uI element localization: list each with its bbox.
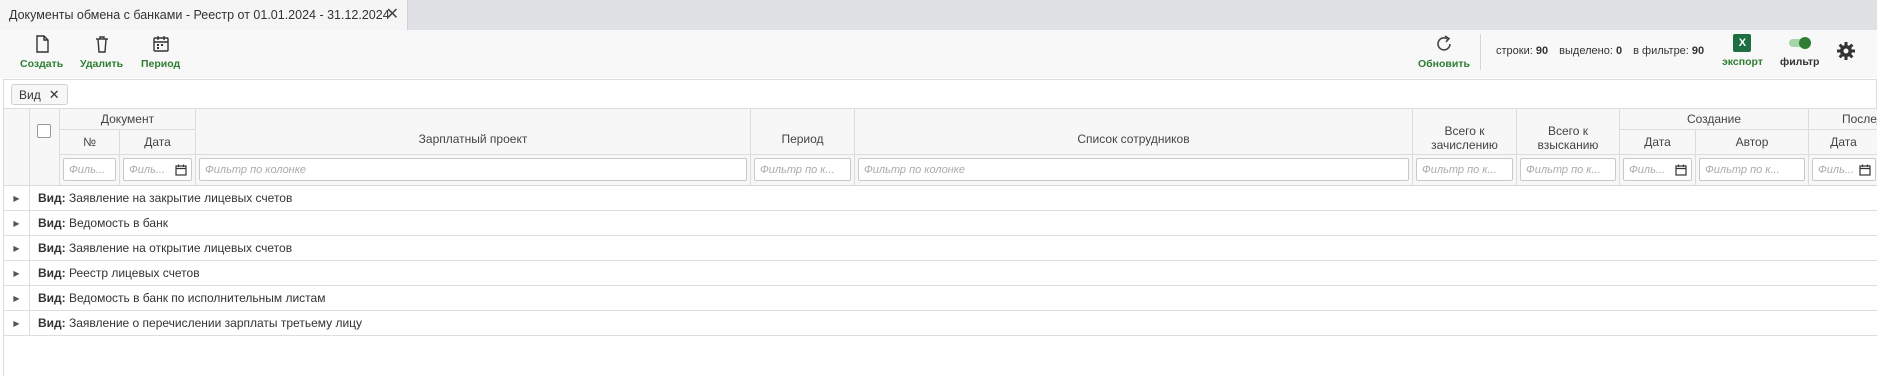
- row-stats: строки: 90 выделено: 0 в фильтре: 90: [1496, 45, 1704, 57]
- filter-total-accrued-cell: Фильтр по к...: [1413, 155, 1517, 186]
- header-date[interactable]: Дата: [120, 130, 196, 155]
- filter-creation-author-input[interactable]: Фильтр по к...: [1699, 158, 1805, 181]
- filter-total-recovery-cell: Фильтр по к...: [1517, 155, 1620, 186]
- filter-creation-date-cell: Филь...: [1620, 155, 1696, 186]
- header-salary-project[interactable]: Зарплатный проект: [196, 109, 751, 155]
- group-row[interactable]: ▶ Вид: Ведомость в банк: [4, 211, 1877, 236]
- group-row[interactable]: ▶ Вид: Ведомость в банк по исполнительны…: [4, 286, 1877, 311]
- in-filter-label: в фильтре:: [1633, 45, 1689, 57]
- group-row-text: Вид: Заявление на закрытие лицевых счето…: [38, 191, 293, 205]
- new-document-icon: [35, 35, 49, 53]
- refresh-button[interactable]: Обновить: [1418, 34, 1470, 70]
- select-all-checkbox[interactable]: [37, 124, 51, 138]
- calendar-icon[interactable]: [1675, 164, 1687, 176]
- delete-label: Удалить: [80, 58, 124, 70]
- expand-icon[interactable]: ▶: [4, 211, 30, 235]
- selected-label: выделено:: [1559, 45, 1613, 57]
- filter-salary-project-cell: Фильтр по колонке: [196, 155, 751, 186]
- in-filter-count: 90: [1691, 45, 1705, 57]
- header-creation-date[interactable]: Дата: [1620, 130, 1696, 155]
- calendar-icon[interactable]: [175, 164, 187, 176]
- filter-number-cell: Филь...: [60, 155, 120, 186]
- expand-icon[interactable]: ▶: [4, 261, 30, 285]
- filter-date-cell: Филь...: [120, 155, 196, 186]
- group-row[interactable]: ▶ Вид: Заявление о перечислении зарплаты…: [4, 311, 1877, 336]
- filter-period-input[interactable]: Фильтр по к...: [754, 158, 851, 181]
- export-label: экспорт: [1722, 56, 1763, 68]
- group-chip-label: Вид: [19, 87, 41, 102]
- filter-toggle[interactable]: фильтр: [1780, 34, 1819, 68]
- filter-period-cell: Фильтр по к...: [751, 155, 855, 186]
- remove-group-icon[interactable]: ✕: [49, 87, 60, 103]
- toggle-icon: [1788, 37, 1811, 49]
- calendar-icon[interactable]: [1859, 164, 1871, 176]
- refresh-label: Обновить: [1418, 58, 1470, 70]
- group-row-text: Вид: Заявление на открытие лицевых счето…: [38, 241, 293, 255]
- export-button[interactable]: X экспорт: [1722, 34, 1763, 68]
- group-row-text: Вид: Реестр лицевых счетов: [38, 266, 200, 280]
- tab-close-icon[interactable]: ✕: [386, 6, 399, 24]
- rows-label: строки:: [1496, 45, 1533, 57]
- header-employees[interactable]: Список сотрудников: [855, 109, 1413, 155]
- delete-button[interactable]: Удалить: [80, 34, 123, 70]
- expand-icon[interactable]: ▶: [4, 311, 30, 335]
- calendar-icon: [152, 36, 169, 52]
- group-row-text: Вид: Ведомость в банк: [38, 216, 168, 230]
- filter-employees-cell: Фильтр по колонке: [855, 155, 1413, 186]
- filter-last-date-input[interactable]: Филь...: [1812, 158, 1876, 181]
- tab-bar: Документы обмена с банками - Реестр от 0…: [0, 0, 1877, 30]
- expand-icon[interactable]: ▶: [4, 236, 30, 260]
- tab-title: Документы обмена с банками - Реестр от 0…: [9, 8, 390, 22]
- group-row[interactable]: ▶ Вид: Заявление на открытие лицевых сче…: [4, 236, 1877, 261]
- grouping-bar: Вид ✕: [3, 79, 1877, 109]
- create-label: Создать: [20, 58, 64, 70]
- filter-label: фильтр: [1780, 56, 1820, 68]
- header-number[interactable]: №: [60, 130, 120, 155]
- header-last-date[interactable]: Дата: [1809, 130, 1877, 155]
- expand-icon[interactable]: ▶: [4, 186, 30, 210]
- filter-salary-project-input[interactable]: Фильтр по колонке: [199, 158, 747, 181]
- filter-total-recovery-input[interactable]: Фильтр по к...: [1520, 158, 1616, 181]
- group-row[interactable]: ▶ Вид: Реестр лицевых счетов: [4, 261, 1877, 286]
- excel-icon: X: [1733, 34, 1752, 52]
- filter-creation-date-input[interactable]: Филь...: [1623, 158, 1692, 181]
- select-all-header: [30, 109, 60, 186]
- filter-employees-input[interactable]: Фильтр по колонке: [858, 158, 1409, 181]
- filter-date-input[interactable]: Филь...: [123, 158, 192, 181]
- expand-icon[interactable]: ▶: [4, 286, 30, 310]
- period-button[interactable]: Период: [141, 34, 180, 70]
- filter-number-input[interactable]: Филь...: [63, 158, 116, 181]
- gear-icon: [1837, 42, 1855, 60]
- filter-last-date-cell: Филь...: [1809, 155, 1877, 186]
- group-row[interactable]: ▶ Вид: Заявление на закрытие лицевых сче…: [4, 186, 1877, 211]
- tab-registry[interactable]: Документы обмена с банками - Реестр от 0…: [0, 0, 408, 30]
- expander-header: [4, 109, 30, 186]
- trash-icon: [95, 36, 108, 53]
- header-creation-author[interactable]: Автор: [1696, 130, 1809, 155]
- create-button[interactable]: Создать: [20, 34, 63, 70]
- refresh-icon: [1437, 35, 1451, 51]
- documents-grid: Документ № Дата Зарплатный проект Период…: [3, 109, 1877, 376]
- rows-count: 90: [1535, 45, 1549, 57]
- group-row-text: Вид: Ведомость в банк по исполнительным …: [38, 291, 326, 305]
- header-document-group: Документ: [60, 109, 196, 130]
- selected-count: 0: [1615, 45, 1623, 57]
- grid-header: Документ № Дата Зарплатный проект Период…: [4, 109, 1877, 186]
- header-period[interactable]: Период: [751, 109, 855, 155]
- group-chip-type[interactable]: Вид ✕: [11, 84, 68, 105]
- header-creation-group: Создание: [1620, 109, 1809, 130]
- header-total-recovery[interactable]: Всего к взысканию: [1517, 109, 1620, 155]
- header-total-accrued[interactable]: Всего к зачислению: [1413, 109, 1517, 155]
- period-label: Период: [141, 58, 181, 70]
- filter-total-accrued-input[interactable]: Фильтр по к...: [1416, 158, 1513, 181]
- toolbar-divider: [1480, 34, 1481, 70]
- settings-button[interactable]: [1836, 41, 1856, 61]
- group-row-text: Вид: Заявление о перечислении зарплаты т…: [38, 316, 363, 330]
- filter-creation-author-cell: Фильтр по к...: [1696, 155, 1809, 186]
- header-last-group: Послед: [1809, 109, 1877, 130]
